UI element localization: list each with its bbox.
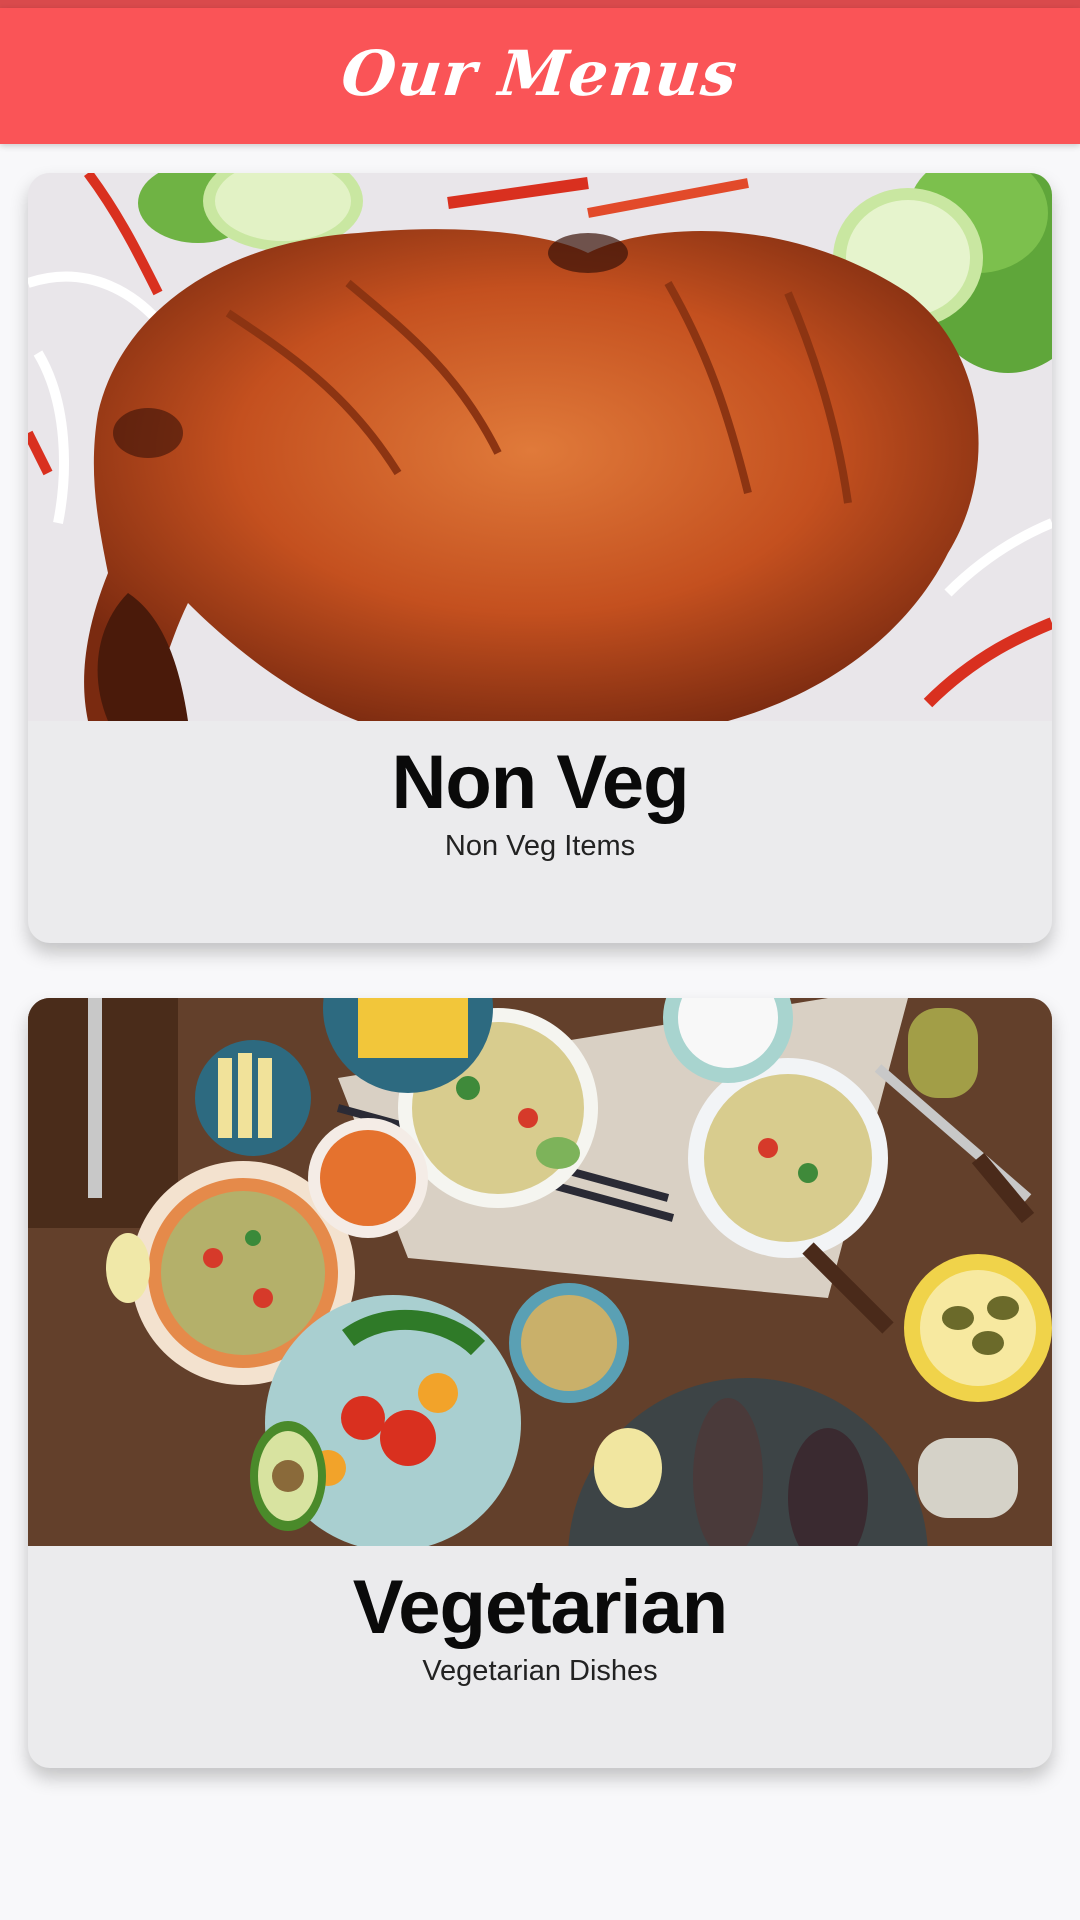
non-veg-image (28, 173, 1052, 721)
app-bar: Our Menus (0, 8, 1080, 144)
menu-card-non-veg[interactable]: Non Veg Non Veg Items (28, 173, 1052, 943)
menu-card-vegetarian[interactable]: Vegetarian Vegetarian Dishes (28, 998, 1052, 1768)
menu-card-title: Vegetarian (352, 1565, 728, 1650)
vegetarian-image (28, 998, 1052, 1546)
status-strip (0, 0, 1080, 8)
menu-card-body: Vegetarian Vegetarian Dishes (28, 1546, 1052, 1688)
menu-card-body: Non Veg Non Veg Items (28, 721, 1052, 863)
menu-card-title: Non Veg (391, 740, 689, 825)
menu-card-subtitle: Vegetarian Dishes (422, 1655, 658, 1687)
menu-card-subtitle: Non Veg Items (444, 830, 636, 862)
page-title: Our Menus (338, 36, 742, 110)
